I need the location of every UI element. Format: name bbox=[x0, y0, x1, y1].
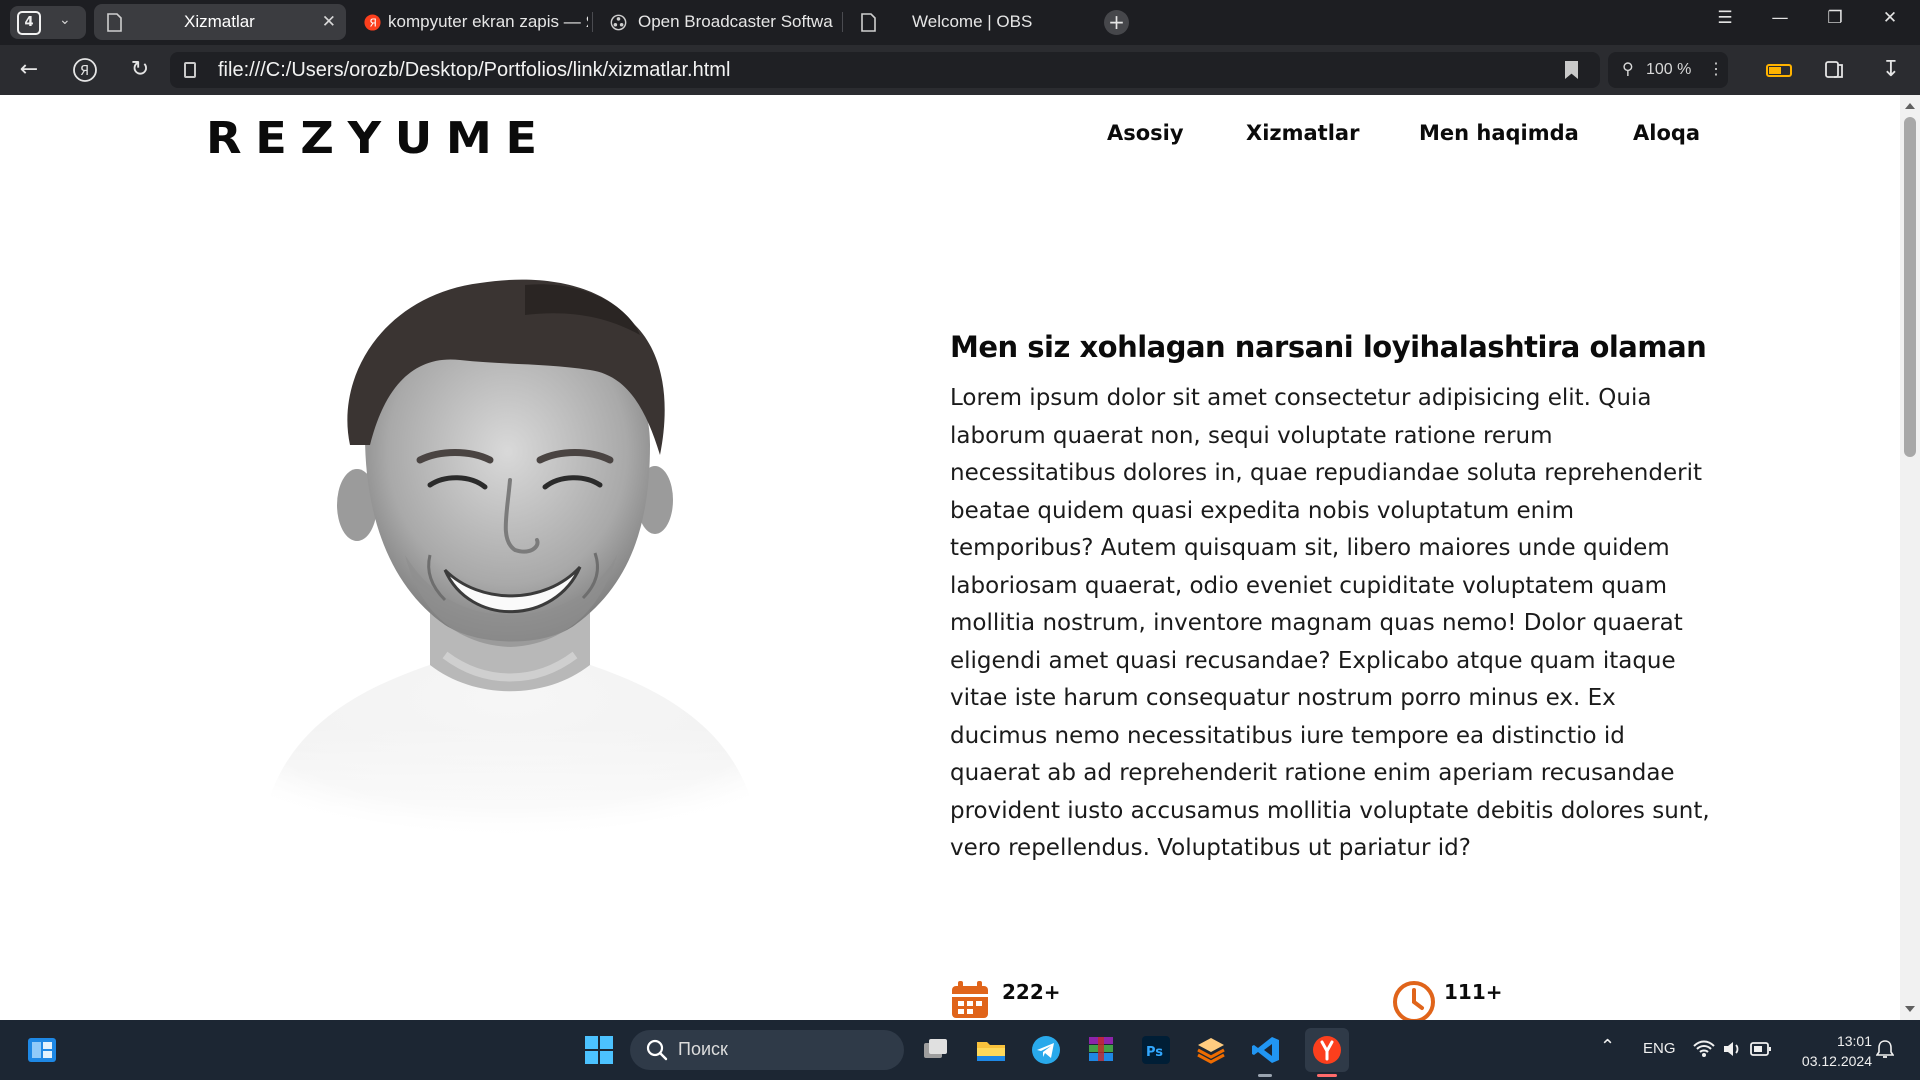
obs-icon bbox=[610, 14, 627, 31]
wifi-icon[interactable] bbox=[1693, 1040, 1715, 1058]
battery-saver-icon[interactable] bbox=[1766, 64, 1792, 77]
document-icon bbox=[861, 13, 876, 32]
volume-icon[interactable] bbox=[1722, 1040, 1742, 1058]
close-tab-icon[interactable]: ✕ bbox=[322, 4, 336, 40]
zoom-level: 100 % bbox=[1646, 61, 1692, 78]
tab-yandex-search[interactable]: Я kompyuter ekran zapis — Я bbox=[352, 4, 588, 40]
yandex-browser-icon bbox=[1313, 1036, 1341, 1064]
windows-start-icon[interactable] bbox=[583, 1034, 615, 1066]
nav-link-men-haqimda[interactable]: Men haqimda bbox=[1419, 121, 1579, 145]
stat-value: 111+ bbox=[1444, 980, 1503, 1004]
page-scrollbar[interactable] bbox=[1900, 95, 1920, 1020]
tab-label: Xizmatlar bbox=[184, 12, 255, 31]
svg-text:Я: Я bbox=[80, 64, 89, 79]
browser-navigation-bar: ← Я ↻ file:///C:/Users/orozb/Desktop/Por… bbox=[0, 45, 1920, 95]
portrait-photo bbox=[245, 279, 775, 855]
new-tab-button[interactable]: + bbox=[1104, 10, 1129, 35]
search-placeholder: Поиск bbox=[678, 1039, 728, 1059]
layers-app-icon[interactable] bbox=[1195, 1034, 1227, 1066]
tab-separator bbox=[592, 12, 593, 32]
yandex-active-indicator bbox=[1317, 1074, 1337, 1077]
windows-taskbar: Поиск Ps ⌃ ENG 13:01 03.12.2024 bbox=[0, 1020, 1920, 1080]
page-info-icon[interactable] bbox=[184, 62, 196, 78]
chevron-up-icon[interactable]: ⌃ bbox=[1600, 1036, 1615, 1057]
system-clock[interactable]: 13:01 03.12.2024 bbox=[1792, 1031, 1872, 1071]
close-window-icon[interactable]: ✕ bbox=[1875, 8, 1905, 28]
clock-time: 13:01 bbox=[1836, 1033, 1872, 1049]
tab-separator bbox=[842, 12, 843, 32]
nav-link-asosiy[interactable]: Asosiy bbox=[1107, 121, 1184, 145]
zoom-control[interactable]: ⚲ 100 % ⋮ bbox=[1608, 52, 1728, 88]
stat-value: 222+ bbox=[1002, 980, 1061, 1004]
task-view-icon[interactable] bbox=[920, 1034, 952, 1066]
tab-obs-software[interactable]: Open Broadcaster Softwa bbox=[598, 4, 834, 40]
section-headline: Men siz xohlagan narsani loyihalashtira … bbox=[950, 330, 1707, 364]
widgets-icon[interactable] bbox=[26, 1034, 58, 1066]
extensions-icon[interactable] bbox=[1820, 57, 1850, 88]
url-text[interactable]: file:///C:/Users/orozb/Desktop/Portfolio… bbox=[218, 59, 730, 82]
bookmark-icon[interactable] bbox=[1565, 61, 1578, 79]
language-indicator[interactable]: ENG bbox=[1643, 1040, 1676, 1057]
clock-icon bbox=[1393, 981, 1435, 1020]
scroll-up-arrow[interactable] bbox=[1905, 103, 1915, 109]
minimize-icon[interactable]: — bbox=[1765, 8, 1795, 28]
tab-count: 4 bbox=[17, 11, 41, 35]
section-paragraph: Lorem ipsum dolor sit amet consectetur a… bbox=[950, 385, 1710, 861]
download-icon[interactable]: ↧ bbox=[1876, 57, 1906, 83]
photoshop-icon[interactable]: Ps bbox=[1140, 1034, 1172, 1066]
web-page: REZYUME Asosiy Xizmatlar Men haqimda Alo… bbox=[0, 95, 1900, 1020]
browser-menu-icon[interactable]: ☰ bbox=[1710, 8, 1740, 28]
browser-tab-strip: 4 ⌄ Xizmatlar ✕ Я kompyuter ekran zapis … bbox=[0, 0, 1920, 45]
search-icon bbox=[646, 1039, 668, 1061]
winrar-icon[interactable] bbox=[1085, 1034, 1117, 1066]
tab-label: Open Broadcaster Softwa bbox=[638, 12, 833, 31]
svg-text:Ps: Ps bbox=[1146, 1045, 1163, 1060]
yandex-browser-taskbar-button[interactable] bbox=[1305, 1028, 1349, 1072]
svg-text:Я: Я bbox=[369, 17, 376, 30]
vscode-icon[interactable] bbox=[1250, 1034, 1282, 1066]
file-explorer-icon[interactable] bbox=[975, 1034, 1007, 1066]
tab-label: Welcome | OBS bbox=[912, 12, 1033, 31]
taskbar-search-box[interactable]: Поиск bbox=[630, 1030, 904, 1070]
yandex-home-icon[interactable]: Я bbox=[70, 57, 100, 90]
site-logo[interactable]: REZYUME bbox=[206, 113, 551, 164]
back-arrow-icon[interactable]: ← bbox=[14, 57, 44, 83]
reload-icon[interactable]: ↻ bbox=[125, 57, 155, 83]
calendar-icon bbox=[952, 981, 988, 1018]
nav-link-aloqa[interactable]: Aloqa bbox=[1633, 121, 1700, 145]
vscode-running-indicator bbox=[1258, 1074, 1272, 1077]
scroll-down-arrow[interactable] bbox=[1905, 1006, 1915, 1012]
notification-bell-icon[interactable] bbox=[1876, 1039, 1894, 1059]
battery-icon[interactable] bbox=[1750, 1041, 1772, 1057]
yandex-icon: Я bbox=[364, 14, 381, 31]
clock-date: 03.12.2024 bbox=[1801, 1053, 1872, 1069]
chevron-down-icon: ⌄ bbox=[59, 12, 71, 28]
document-icon bbox=[107, 13, 122, 32]
tab-xizmatlar[interactable]: Xizmatlar ✕ bbox=[94, 4, 346, 40]
nav-link-xizmatlar[interactable]: Xizmatlar bbox=[1246, 121, 1359, 145]
telegram-icon[interactable] bbox=[1030, 1034, 1062, 1066]
scroll-thumb[interactable] bbox=[1904, 117, 1916, 457]
tab-counter-button[interactable]: 4 ⌄ bbox=[10, 6, 86, 39]
tab-label: kompyuter ekran zapis — Я bbox=[388, 12, 588, 31]
tab-welcome-obs[interactable]: Welcome | OBS bbox=[848, 4, 1088, 40]
more-options-icon[interactable]: ⋮ bbox=[1708, 52, 1724, 88]
address-bar[interactable]: file:///C:/Users/orozb/Desktop/Portfolio… bbox=[170, 52, 1600, 88]
zoom-icon: ⚲ bbox=[1622, 61, 1634, 78]
restore-icon[interactable]: ❐ bbox=[1820, 8, 1850, 28]
